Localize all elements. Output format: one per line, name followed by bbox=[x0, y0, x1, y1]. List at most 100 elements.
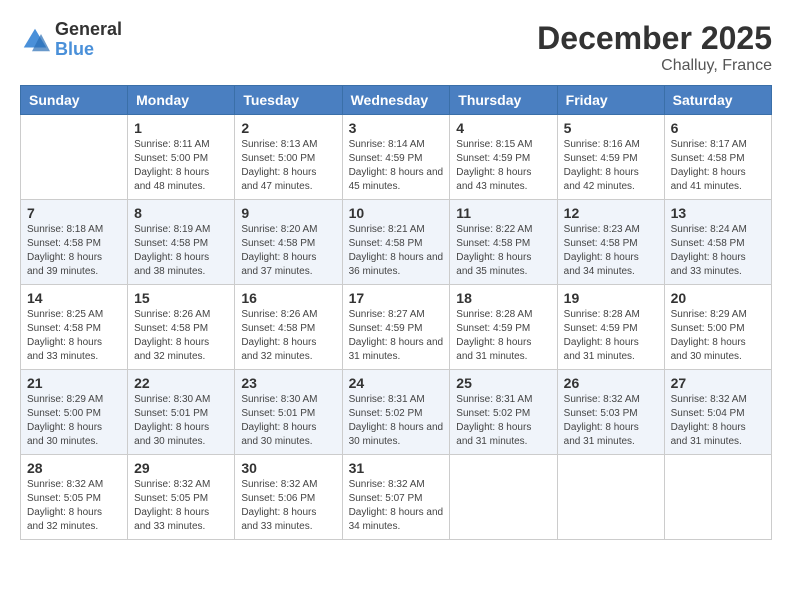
day-number: 16 bbox=[241, 290, 335, 306]
day-number: 5 bbox=[564, 120, 658, 136]
day-info: Sunrise: 8:30 AM Sunset: 5:01 PM Dayligh… bbox=[241, 393, 335, 449]
day-of-week-header: Sunday bbox=[21, 86, 128, 115]
day-info: Sunrise: 8:27 AM Sunset: 4:59 PM Dayligh… bbox=[349, 308, 444, 364]
day-info: Sunrise: 8:23 AM Sunset: 4:58 PM Dayligh… bbox=[564, 223, 658, 279]
calendar-cell: 21 Sunrise: 8:29 AM Sunset: 5:00 PM Dayli… bbox=[21, 370, 128, 455]
day-number: 11 bbox=[456, 205, 550, 221]
day-info: Sunrise: 8:31 AM Sunset: 5:02 PM Dayligh… bbox=[349, 393, 444, 449]
day-info: Sunrise: 8:32 AM Sunset: 5:07 PM Dayligh… bbox=[349, 478, 444, 534]
day-of-week-header: Wednesday bbox=[342, 86, 450, 115]
calendar-cell: 19 Sunrise: 8:28 AM Sunset: 4:59 PM Dayli… bbox=[557, 285, 664, 370]
day-info: Sunrise: 8:32 AM Sunset: 5:05 PM Dayligh… bbox=[134, 478, 228, 534]
calendar-cell: 28 Sunrise: 8:32 AM Sunset: 5:05 PM Dayli… bbox=[21, 455, 128, 540]
calendar-cell bbox=[21, 115, 128, 200]
day-of-week-header: Saturday bbox=[664, 86, 771, 115]
day-of-week-header: Monday bbox=[128, 86, 235, 115]
calendar-cell: 4 Sunrise: 8:15 AM Sunset: 4:59 PM Daylig… bbox=[450, 115, 557, 200]
day-info: Sunrise: 8:24 AM Sunset: 4:58 PM Dayligh… bbox=[671, 223, 765, 279]
day-info: Sunrise: 8:32 AM Sunset: 5:04 PM Dayligh… bbox=[671, 393, 765, 449]
logo-blue: Blue bbox=[55, 40, 122, 60]
day-number: 22 bbox=[134, 375, 228, 391]
location: Challuy, France bbox=[537, 57, 772, 75]
calendar-week-row: 14 Sunrise: 8:25 AM Sunset: 4:58 PM Dayli… bbox=[21, 285, 772, 370]
day-number: 13 bbox=[671, 205, 765, 221]
day-info: Sunrise: 8:15 AM Sunset: 4:59 PM Dayligh… bbox=[456, 138, 550, 194]
day-info: Sunrise: 8:18 AM Sunset: 4:58 PM Dayligh… bbox=[27, 223, 121, 279]
calendar-week-row: 21 Sunrise: 8:29 AM Sunset: 5:00 PM Dayli… bbox=[21, 370, 772, 455]
day-number: 27 bbox=[671, 375, 765, 391]
calendar-cell: 22 Sunrise: 8:30 AM Sunset: 5:01 PM Dayli… bbox=[128, 370, 235, 455]
day-number: 9 bbox=[241, 205, 335, 221]
day-number: 8 bbox=[134, 205, 228, 221]
month-title: December 2025 bbox=[537, 20, 772, 57]
calendar-cell: 9 Sunrise: 8:20 AM Sunset: 4:58 PM Daylig… bbox=[235, 200, 342, 285]
calendar-cell: 27 Sunrise: 8:32 AM Sunset: 5:04 PM Dayli… bbox=[664, 370, 771, 455]
day-info: Sunrise: 8:11 AM Sunset: 5:00 PM Dayligh… bbox=[134, 138, 228, 194]
logo-icon bbox=[20, 25, 50, 55]
day-number: 19 bbox=[564, 290, 658, 306]
day-info: Sunrise: 8:28 AM Sunset: 4:59 PM Dayligh… bbox=[456, 308, 550, 364]
day-info: Sunrise: 8:19 AM Sunset: 4:58 PM Dayligh… bbox=[134, 223, 228, 279]
day-number: 1 bbox=[134, 120, 228, 136]
calendar-cell: 8 Sunrise: 8:19 AM Sunset: 4:58 PM Daylig… bbox=[128, 200, 235, 285]
calendar-cell: 16 Sunrise: 8:26 AM Sunset: 4:58 PM Dayli… bbox=[235, 285, 342, 370]
calendar-week-row: 1 Sunrise: 8:11 AM Sunset: 5:00 PM Daylig… bbox=[21, 115, 772, 200]
day-info: Sunrise: 8:26 AM Sunset: 4:58 PM Dayligh… bbox=[241, 308, 335, 364]
day-number: 3 bbox=[349, 120, 444, 136]
calendar-cell: 12 Sunrise: 8:23 AM Sunset: 4:58 PM Dayli… bbox=[557, 200, 664, 285]
calendar-cell bbox=[664, 455, 771, 540]
day-info: Sunrise: 8:31 AM Sunset: 5:02 PM Dayligh… bbox=[456, 393, 550, 449]
day-info: Sunrise: 8:26 AM Sunset: 4:58 PM Dayligh… bbox=[134, 308, 228, 364]
day-number: 14 bbox=[27, 290, 121, 306]
day-info: Sunrise: 8:28 AM Sunset: 4:59 PM Dayligh… bbox=[564, 308, 658, 364]
calendar-week-row: 7 Sunrise: 8:18 AM Sunset: 4:58 PM Daylig… bbox=[21, 200, 772, 285]
day-number: 4 bbox=[456, 120, 550, 136]
day-info: Sunrise: 8:20 AM Sunset: 4:58 PM Dayligh… bbox=[241, 223, 335, 279]
calendar-cell: 1 Sunrise: 8:11 AM Sunset: 5:00 PM Daylig… bbox=[128, 115, 235, 200]
day-number: 12 bbox=[564, 205, 658, 221]
day-number: 7 bbox=[27, 205, 121, 221]
calendar-cell: 14 Sunrise: 8:25 AM Sunset: 4:58 PM Dayli… bbox=[21, 285, 128, 370]
day-number: 24 bbox=[349, 375, 444, 391]
calendar-cell: 25Sunrise: 8:31 AM Sunset: 5:02 PM Dayli… bbox=[450, 370, 557, 455]
day-number: 28 bbox=[27, 460, 121, 476]
logo: General Blue bbox=[20, 20, 122, 60]
calendar-cell: 23Sunrise: 8:30 AM Sunset: 5:01 PM Dayli… bbox=[235, 370, 342, 455]
day-number: 31 bbox=[349, 460, 444, 476]
day-info: Sunrise: 8:32 AM Sunset: 5:06 PM Dayligh… bbox=[241, 478, 335, 534]
day-number: 6 bbox=[671, 120, 765, 136]
day-number: 15 bbox=[134, 290, 228, 306]
calendar-cell: 6Sunrise: 8:17 AM Sunset: 4:58 PM Daylig… bbox=[664, 115, 771, 200]
day-number: 20 bbox=[671, 290, 765, 306]
calendar-cell: 20Sunrise: 8:29 AM Sunset: 5:00 PM Dayli… bbox=[664, 285, 771, 370]
calendar-cell: 24 Sunrise: 8:31 AM Sunset: 5:02 PM Dayli… bbox=[342, 370, 450, 455]
calendar: SundayMondayTuesdayWednesdayThursdayFrid… bbox=[20, 85, 772, 540]
day-of-week-header: Friday bbox=[557, 86, 664, 115]
calendar-cell: 7 Sunrise: 8:18 AM Sunset: 4:58 PM Daylig… bbox=[21, 200, 128, 285]
day-number: 18 bbox=[456, 290, 550, 306]
calendar-cell: 29Sunrise: 8:32 AM Sunset: 5:05 PM Dayli… bbox=[128, 455, 235, 540]
calendar-cell: 13 Sunrise: 8:24 AM Sunset: 4:58 PM Dayli… bbox=[664, 200, 771, 285]
day-info: Sunrise: 8:22 AM Sunset: 4:58 PM Dayligh… bbox=[456, 223, 550, 279]
day-info: Sunrise: 8:32 AM Sunset: 5:05 PM Dayligh… bbox=[27, 478, 121, 534]
calendar-week-row: 28 Sunrise: 8:32 AM Sunset: 5:05 PM Dayli… bbox=[21, 455, 772, 540]
day-info: Sunrise: 8:16 AM Sunset: 4:59 PM Dayligh… bbox=[564, 138, 658, 194]
page-header: General Blue December 2025 Challuy, Fran… bbox=[20, 20, 772, 75]
day-info: Sunrise: 8:13 AM Sunset: 5:00 PM Dayligh… bbox=[241, 138, 335, 194]
calendar-header-row: SundayMondayTuesdayWednesdayThursdayFrid… bbox=[21, 86, 772, 115]
day-info: Sunrise: 8:29 AM Sunset: 5:00 PM Dayligh… bbox=[27, 393, 121, 449]
calendar-cell: 11 Sunrise: 8:22 AM Sunset: 4:58 PM Dayli… bbox=[450, 200, 557, 285]
day-number: 2 bbox=[241, 120, 335, 136]
logo-text: General Blue bbox=[55, 20, 122, 60]
day-info: Sunrise: 8:32 AM Sunset: 5:03 PM Dayligh… bbox=[564, 393, 658, 449]
title-section: December 2025 Challuy, France bbox=[537, 20, 772, 75]
day-of-week-header: Tuesday bbox=[235, 86, 342, 115]
day-number: 30 bbox=[241, 460, 335, 476]
day-info: Sunrise: 8:25 AM Sunset: 4:58 PM Dayligh… bbox=[27, 308, 121, 364]
calendar-cell: 26Sunrise: 8:32 AM Sunset: 5:03 PM Dayli… bbox=[557, 370, 664, 455]
day-info: Sunrise: 8:30 AM Sunset: 5:01 PM Dayligh… bbox=[134, 393, 228, 449]
day-number: 21 bbox=[27, 375, 121, 391]
day-number: 17 bbox=[349, 290, 444, 306]
day-of-week-header: Thursday bbox=[450, 86, 557, 115]
day-info: Sunrise: 8:21 AM Sunset: 4:58 PM Dayligh… bbox=[349, 223, 444, 279]
